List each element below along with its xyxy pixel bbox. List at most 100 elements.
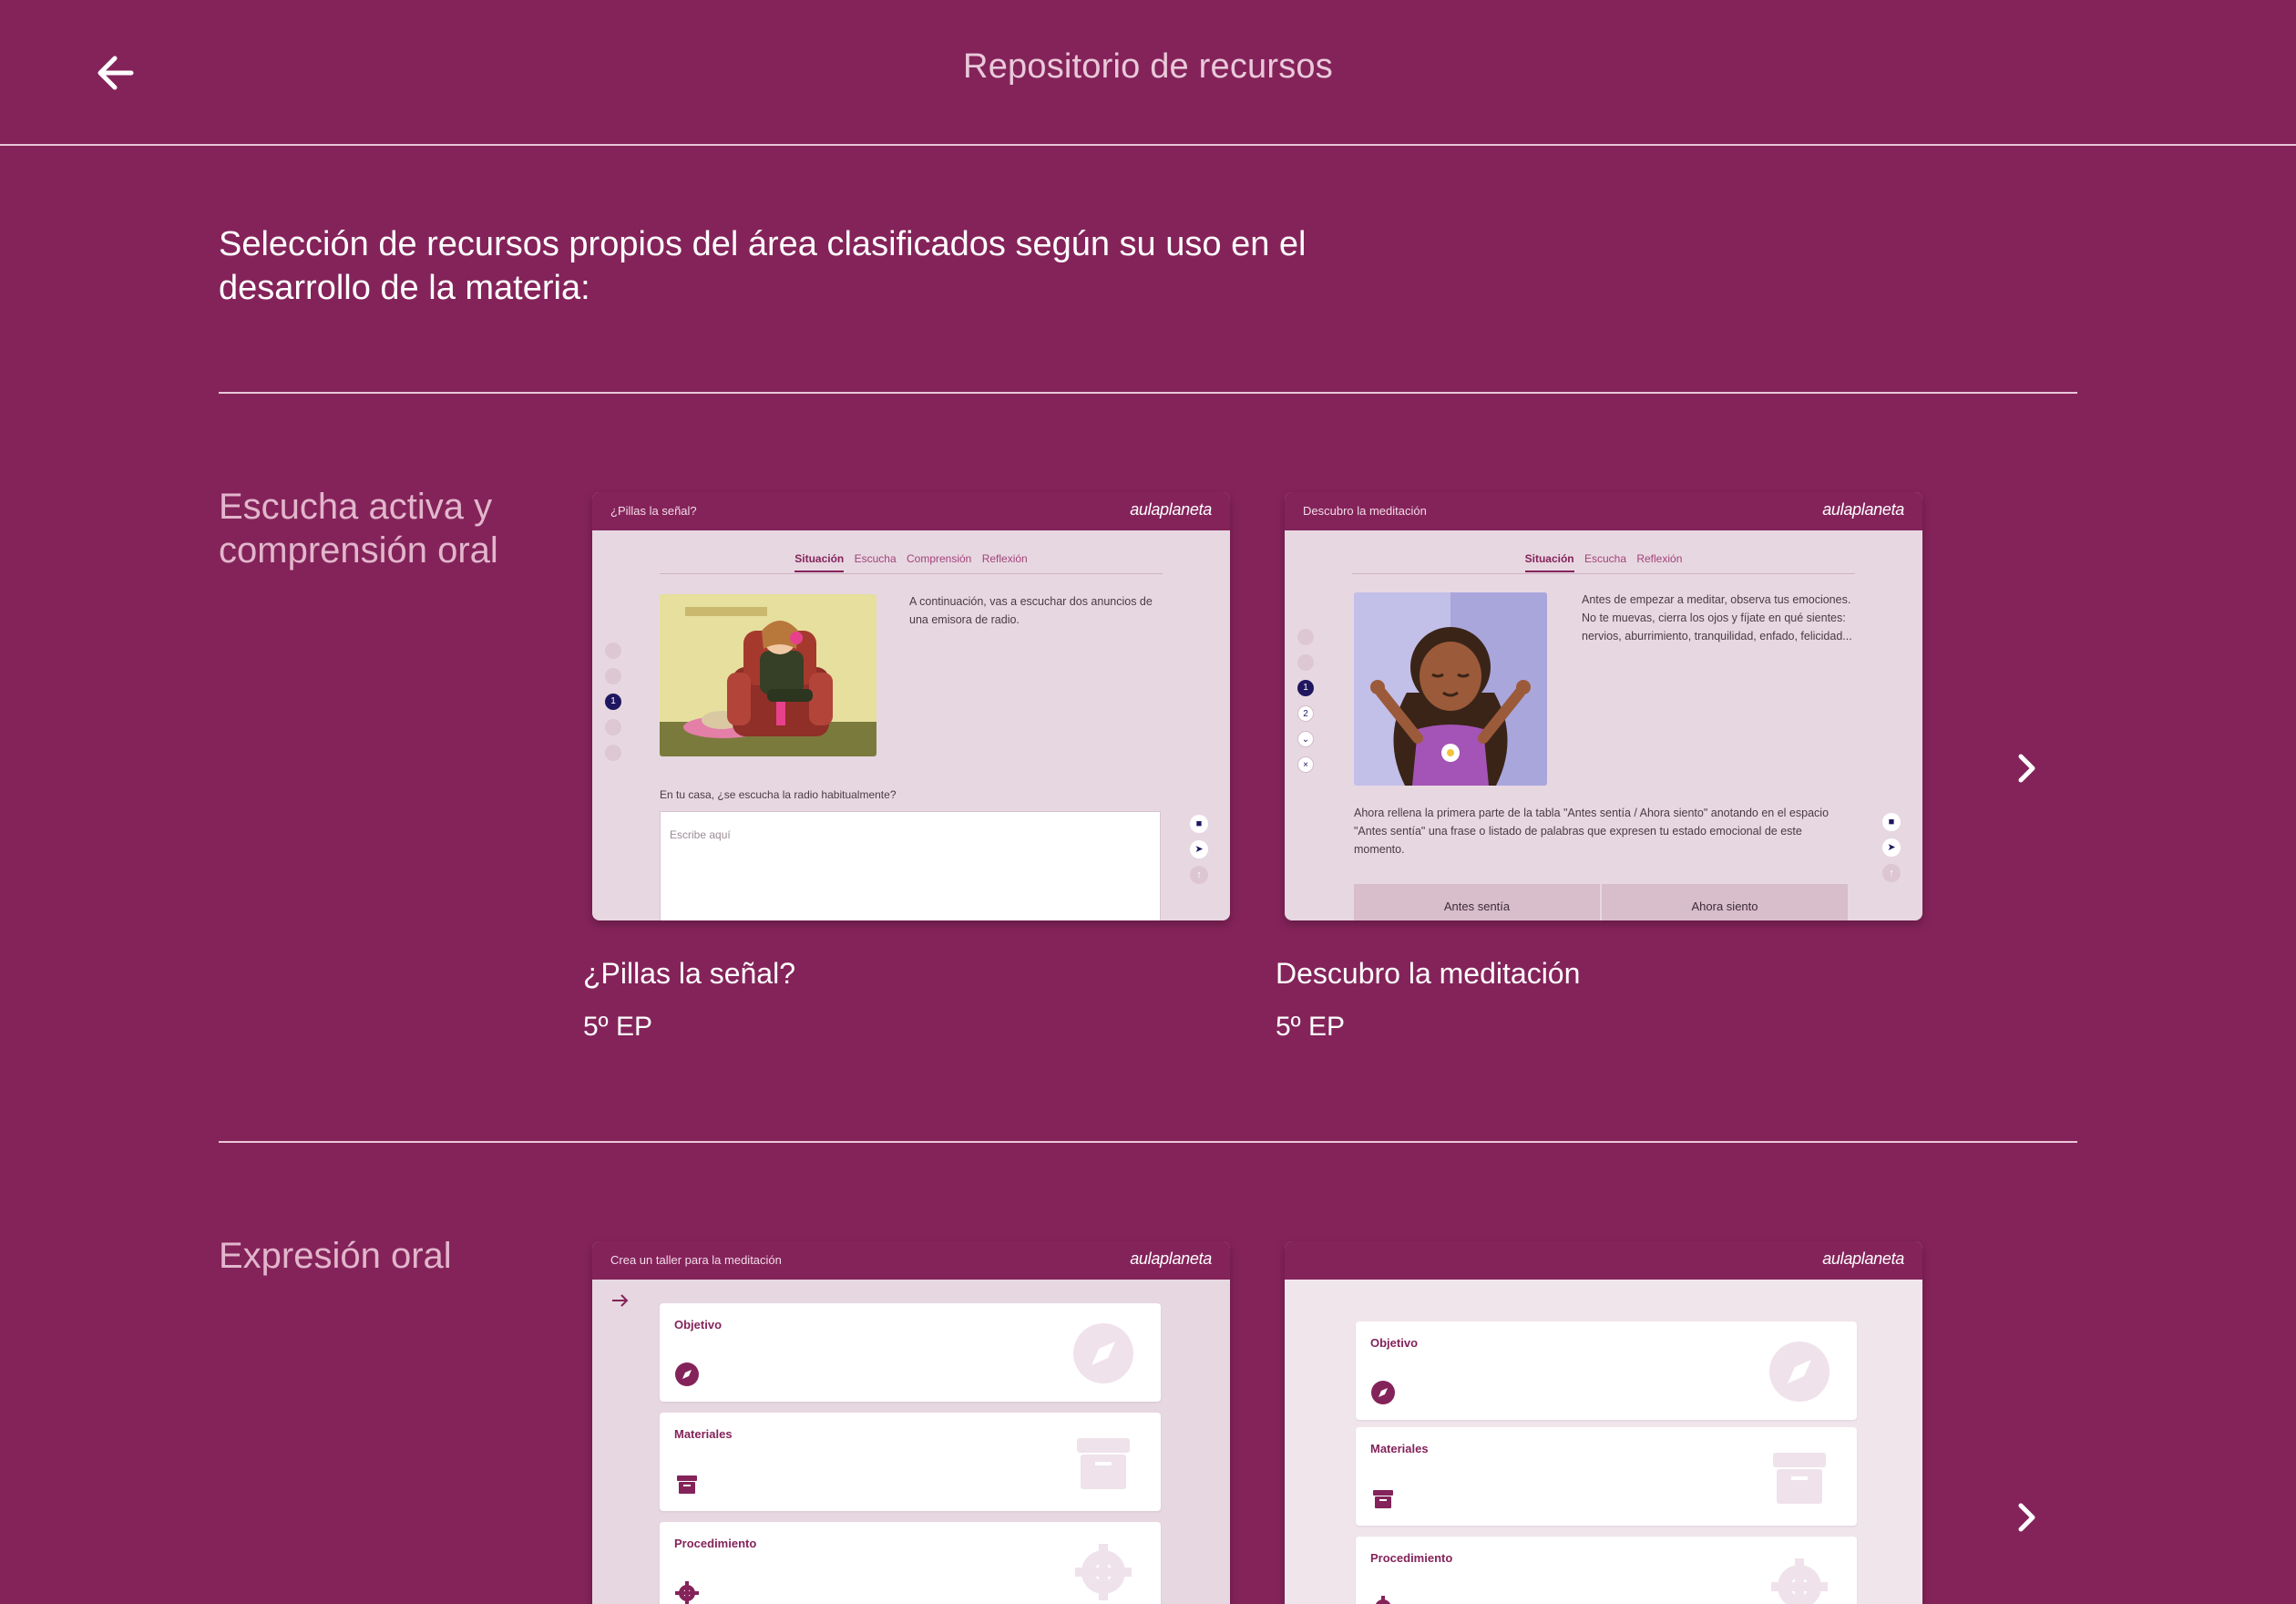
aulaplaneta-logo: aulaplaneta xyxy=(1822,1249,1904,1268)
thumbnail-question: En tu casa, ¿se escucha la radio habitua… xyxy=(660,788,897,801)
feelings-table-header: Antes sentía Ahora siento xyxy=(1354,884,1850,920)
resource-thumbnail[interactable]: Descubro la meditación aulaplaneta Situa… xyxy=(1285,492,1922,920)
step-dot xyxy=(605,719,621,735)
step-dot: 2 xyxy=(1297,705,1314,722)
archive-icon xyxy=(1077,1438,1130,1489)
save-icon: ■ xyxy=(1190,815,1208,833)
send-icon: ➤ xyxy=(1190,840,1208,859)
table-col-ahora: Ahora siento xyxy=(1602,884,1850,920)
thumbnail-instruction: Ahora rellena la primera parte de la tab… xyxy=(1354,807,1830,856)
save-icon: ■ xyxy=(1882,813,1901,831)
step-dot xyxy=(1297,629,1314,645)
top-bar: Repositorio de recursos xyxy=(0,0,2296,146)
thumbnail-title: Descubro la meditación xyxy=(1303,504,1427,518)
step-dot-current: 1 xyxy=(1297,680,1314,696)
archive-icon xyxy=(677,1475,697,1494)
materiales-panel: Materiales xyxy=(1356,1427,1857,1526)
thumbnail-title: Crea un taller para la meditación xyxy=(610,1253,782,1267)
tab-escucha: Escucha xyxy=(1584,552,1626,565)
gear-icon xyxy=(1375,1596,1391,1604)
upload-icon: ↑ xyxy=(1882,864,1901,882)
aulaplaneta-logo: aulaplaneta xyxy=(1130,500,1212,519)
thumbnail-tabs: Situación Escucha Comprensión Reflexión xyxy=(660,547,1163,574)
step-dot-current: 1 xyxy=(605,694,621,710)
tab-situacion: Situación xyxy=(794,552,845,572)
step-navigator: 1 xyxy=(605,643,625,770)
carousel-next-button[interactable] xyxy=(2004,745,2050,791)
objetivo-panel: Objetivo xyxy=(660,1303,1161,1402)
card-title[interactable]: ¿Pillas la señal? xyxy=(583,957,795,991)
compass-icon xyxy=(675,1362,699,1386)
arrow-right-icon xyxy=(612,1294,629,1307)
resource-thumbnail[interactable]: Crea un taller para la meditación aulapl… xyxy=(592,1241,1230,1604)
compass-icon xyxy=(1769,1342,1830,1402)
step-dot xyxy=(605,668,621,684)
section-title-escucha: Escucha activa y comprensión oral xyxy=(219,487,498,571)
answer-placeholder: Escribe aquí xyxy=(670,828,731,841)
card-title[interactable]: Descubro la meditación xyxy=(1276,957,1580,991)
resource-thumbnail[interactable]: aulaplaneta Objetivo Materiales Procedim… xyxy=(1285,1241,1922,1604)
step-dot xyxy=(1297,654,1314,671)
tab-reflexion: Reflexión xyxy=(981,552,1028,565)
thumbnail-tools: ■ ➤ ↑ xyxy=(1882,813,1902,889)
intro-text: Selección de recursos propios del área c… xyxy=(219,225,1307,307)
tab-comprension: Comprensión xyxy=(906,552,972,565)
resource-card[interactable]: Crea un taller para la meditación aulapl… xyxy=(583,1241,1230,1604)
answer-box: Escribe aquí xyxy=(660,811,1161,920)
panel-label: Materiales xyxy=(1370,1442,1429,1455)
tab-situacion: Situación xyxy=(1524,552,1574,572)
procedimiento-panel: Procedimiento xyxy=(660,1522,1161,1604)
thumbnail-title: ¿Pillas la señal? xyxy=(610,504,697,518)
divider xyxy=(219,1141,2077,1143)
step-dot: × xyxy=(1297,756,1314,773)
thumbnail-header: Descubro la meditación aulaplaneta xyxy=(1285,492,1922,530)
gear-icon xyxy=(675,1581,699,1604)
aulaplaneta-logo: aulaplaneta xyxy=(1130,1249,1212,1268)
send-icon: ➤ xyxy=(1882,838,1901,857)
resource-card[interactable]: Descubro la meditación aulaplaneta Situa… xyxy=(1276,492,1922,1057)
compass-icon xyxy=(1073,1323,1133,1383)
materiales-panel: Materiales xyxy=(660,1413,1161,1511)
radio-listener-illustration xyxy=(660,594,876,756)
tab-escucha: Escucha xyxy=(854,552,897,565)
step-dot xyxy=(605,643,621,659)
archive-icon xyxy=(1773,1453,1826,1504)
page-title: Repositorio de recursos xyxy=(963,47,1333,86)
card-grade: 5º EP xyxy=(1276,1012,1345,1042)
procedimiento-panel: Procedimiento xyxy=(1356,1537,1857,1604)
panel-label: Procedimiento xyxy=(674,1537,757,1550)
section-title-expresion: Expresión oral xyxy=(219,1236,452,1276)
card-grade: 5º EP xyxy=(583,1012,652,1042)
panel-label: Materiales xyxy=(674,1427,733,1441)
step-dot xyxy=(605,745,621,761)
meditating-girl-illustration xyxy=(1354,592,1547,786)
compass-icon xyxy=(1371,1381,1395,1404)
objetivo-panel: Objetivo xyxy=(1356,1321,1857,1420)
archive-icon xyxy=(1373,1490,1393,1508)
step-navigator: 1 2 ⌄ × xyxy=(1297,629,1317,782)
table-col-antes: Antes sentía xyxy=(1354,884,1602,920)
gear-icon xyxy=(1075,1544,1132,1600)
divider xyxy=(219,392,2077,394)
thumbnail-header: ¿Pillas la señal? aulaplaneta xyxy=(592,492,1230,530)
thumbnail-header: aulaplaneta xyxy=(1285,1241,1922,1280)
thumbnail-tools: ■ ➤ ↑ xyxy=(1190,815,1210,891)
panel-label: Procedimiento xyxy=(1370,1551,1453,1565)
aulaplaneta-logo: aulaplaneta xyxy=(1822,500,1904,519)
tab-reflexion: Reflexión xyxy=(1636,552,1683,565)
thumbnail-intro-text: A continuación, vas a escuchar dos anunc… xyxy=(909,595,1153,626)
thumbnail-tabs: Situación Escucha Reflexión xyxy=(1352,547,1855,574)
step-dot: ⌄ xyxy=(1297,731,1314,747)
chevron-right-icon xyxy=(2018,754,2035,783)
resource-card[interactable]: aulaplaneta Objetivo Materiales Procedim… xyxy=(1276,1241,1922,1604)
gear-icon xyxy=(1771,1558,1828,1604)
chevron-right-icon xyxy=(2018,1503,2035,1532)
resource-card[interactable]: ¿Pillas la señal? aulaplaneta Situación … xyxy=(583,492,1230,1057)
panel-label: Objetivo xyxy=(1370,1336,1419,1350)
resource-thumbnail[interactable]: ¿Pillas la señal? aulaplaneta Situación … xyxy=(592,492,1230,920)
upload-icon: ↑ xyxy=(1190,866,1208,884)
thumbnail-header: Crea un taller para la meditación aulapl… xyxy=(592,1241,1230,1280)
thumbnail-intro-text: Antes de empezar a meditar, observa tus … xyxy=(1582,593,1852,643)
carousel-next-button[interactable] xyxy=(2004,1495,2050,1540)
panel-label: Objetivo xyxy=(674,1318,723,1332)
